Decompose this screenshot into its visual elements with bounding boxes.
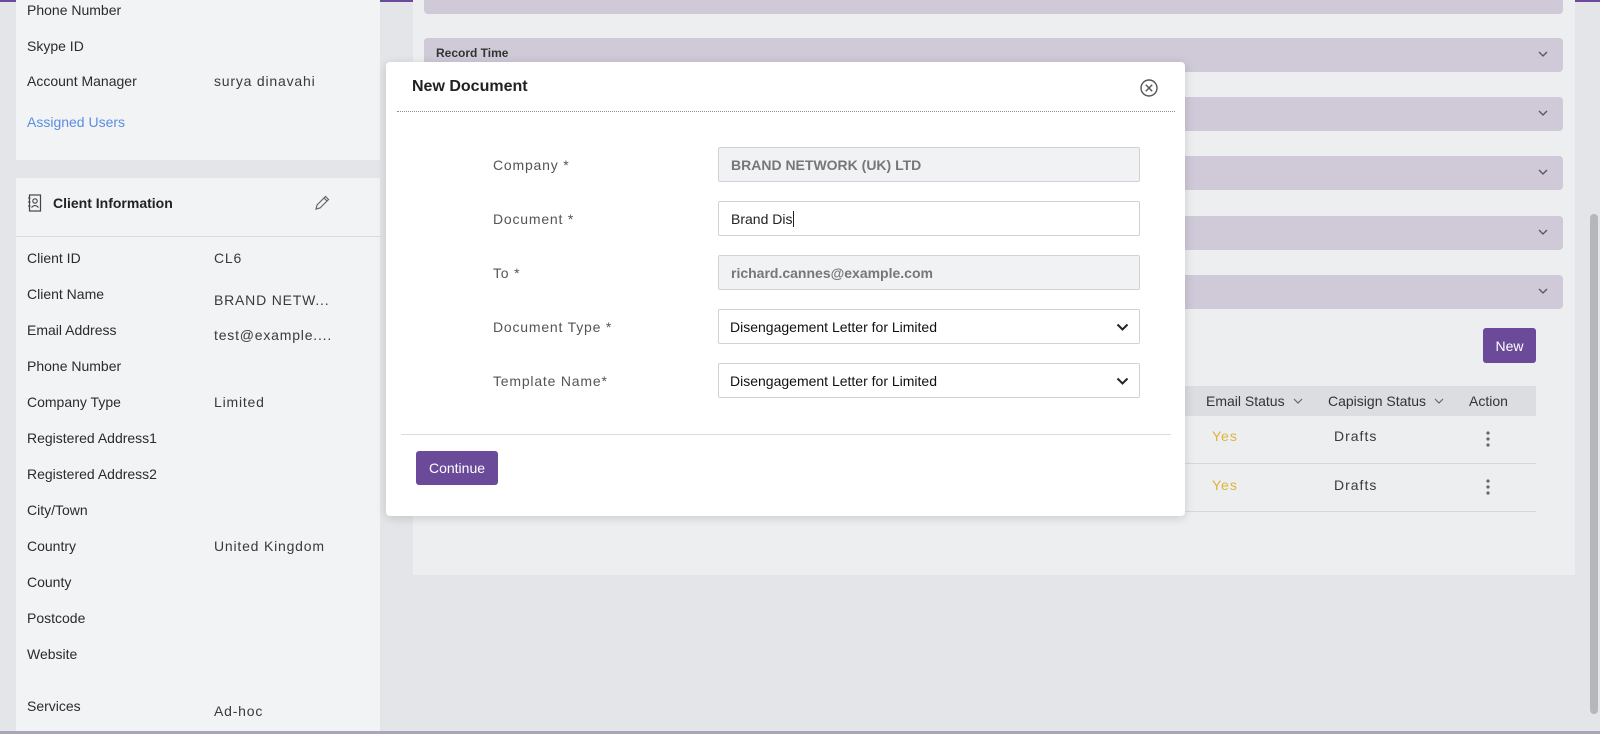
chevron-down-icon: [1116, 377, 1129, 385]
table-row-divider: [1173, 463, 1536, 464]
client-id-label: Client ID: [27, 250, 81, 266]
client-id-value: CL6: [214, 250, 243, 266]
company-label: Company *: [493, 157, 570, 173]
to-label: To *: [493, 265, 521, 281]
new-document-button[interactable]: New: [1483, 328, 1536, 363]
column-action: Action: [1469, 393, 1508, 409]
services-value: Ad-hoc: [214, 703, 264, 719]
chevron-down-icon: [1538, 288, 1548, 294]
registered-address2-label: Registered Address2: [27, 466, 157, 482]
document-field[interactable]: Brand Dis: [718, 201, 1140, 236]
template-name-select[interactable]: Disengagement Letter for Limited: [718, 363, 1140, 398]
more-actions-icon[interactable]: [1486, 431, 1490, 447]
website-label: Website: [27, 646, 78, 662]
column-email-status[interactable]: Email Status: [1206, 393, 1285, 409]
accordion-section[interactable]: [424, 0, 1563, 14]
country-value: United Kingdom: [214, 538, 325, 554]
template-name-value: Disengagement Letter for Limited: [730, 372, 937, 389]
capisign-status-cell: Drafts: [1334, 477, 1378, 493]
chevron-down-icon: [1538, 169, 1548, 175]
document-field-value: Brand Dis: [731, 210, 793, 227]
company-type-label: Company Type: [27, 394, 121, 410]
chevron-down-icon: [1538, 51, 1548, 57]
document-label: Document *: [493, 211, 575, 227]
phone-number-label-2: Phone Number: [27, 358, 122, 374]
modal-header-divider: [397, 111, 1175, 112]
company-field: [718, 147, 1140, 182]
document-type-select[interactable]: Disengagement Letter for Limited: [718, 309, 1140, 344]
registered-address1-label: Registered Address1: [27, 430, 157, 446]
chevron-down-icon[interactable]: [1293, 398, 1303, 405]
services-label: Services: [27, 698, 81, 714]
document-type-value: Disengagement Letter for Limited: [730, 318, 937, 335]
template-name-label: Template Name*: [493, 373, 608, 389]
client-information-title: Client Information: [53, 195, 173, 211]
assigned-users-link[interactable]: Assigned Users: [27, 114, 125, 130]
postcode-label: Postcode: [27, 610, 86, 626]
company-type-value: Limited: [214, 394, 265, 410]
client-name-label: Client Name: [27, 286, 105, 302]
contact-card-icon: [28, 194, 42, 212]
account-manager-label: Account Manager: [27, 73, 137, 89]
chevron-down-icon[interactable]: [1434, 398, 1444, 405]
chevron-down-icon: [1538, 229, 1548, 235]
vertical-scrollbar[interactable]: [1590, 214, 1598, 714]
chevron-down-icon: [1538, 110, 1548, 116]
to-email-field: [718, 255, 1140, 290]
county-label: County: [27, 574, 72, 590]
email-address-label: Email Address: [27, 322, 117, 338]
account-manager-value: surya dinavahi: [214, 73, 316, 89]
continue-button[interactable]: Continue: [416, 451, 498, 485]
chevron-down-icon: [1116, 323, 1129, 331]
phone-number-label: Phone Number: [27, 2, 122, 18]
country-label: Country: [27, 538, 77, 554]
modal-title: New Document: [412, 78, 528, 95]
client-name-value: BRAND NETW...: [214, 292, 330, 308]
column-capisign-status[interactable]: Capisign Status: [1328, 393, 1426, 409]
modal-footer-divider: [401, 434, 1171, 435]
skype-id-label: Skype ID: [27, 38, 84, 54]
more-actions-icon[interactable]: [1486, 479, 1490, 495]
accordion-record-time-title: Record Time: [436, 46, 509, 60]
email-status-cell: Yes: [1212, 477, 1238, 493]
table-row-divider: [1173, 511, 1536, 512]
text-cursor: [793, 210, 795, 227]
document-type-label: Document Type *: [493, 319, 613, 335]
email-address-value: test@example....: [214, 327, 333, 343]
close-circle-icon[interactable]: [1139, 78, 1159, 98]
pencil-icon[interactable]: [313, 194, 331, 212]
capisign-status-cell: Drafts: [1334, 428, 1378, 444]
city-town-label: City/Town: [27, 502, 88, 518]
email-status-cell: Yes: [1212, 428, 1238, 444]
